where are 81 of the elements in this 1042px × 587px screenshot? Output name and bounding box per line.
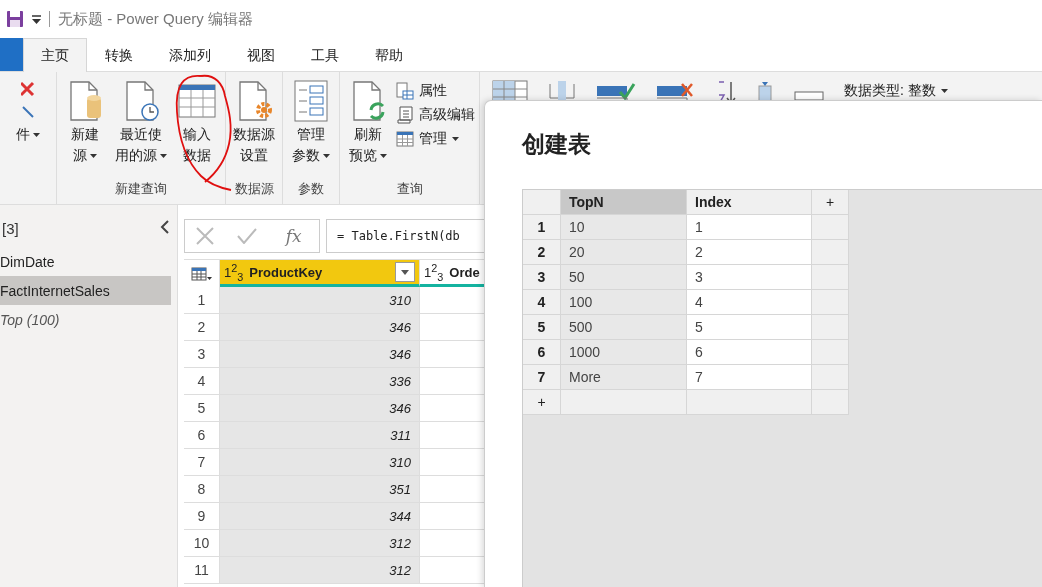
query-item[interactable]: Top (100)	[0, 305, 171, 334]
table-cell[interactable]: More	[561, 365, 687, 390]
table-cell: 311	[220, 422, 420, 448]
table-cell[interactable]: 4	[687, 290, 812, 315]
caret-icon	[160, 153, 167, 158]
ribbon-tab[interactable]: 添加列	[151, 38, 229, 72]
table-cell[interactable]: 100	[561, 290, 687, 315]
ribbon-button[interactable]: 刷新 预览	[344, 78, 392, 180]
table-cell: 336	[220, 368, 420, 394]
column-header[interactable]: 1$^{2}$$_{3}$ ProductKey	[220, 260, 420, 287]
caret-icon	[323, 153, 330, 158]
filter-dropdown-icon[interactable]	[395, 262, 415, 282]
add-column-button[interactable]: +	[812, 190, 849, 215]
scroll-icon	[396, 106, 414, 124]
row-number: 2	[523, 240, 561, 265]
table-cell: 310	[220, 449, 420, 475]
table-cell: 346	[220, 341, 420, 367]
add-row-button[interactable]: +	[523, 390, 561, 415]
group-label: 查询	[395, 180, 424, 198]
caret-icon	[33, 132, 40, 137]
column-header[interactable]: Index	[687, 190, 812, 215]
table-cell: 312	[220, 557, 420, 583]
ribbon-button[interactable]: 新建 源	[61, 78, 109, 180]
ribbon-tab[interactable]: 帮助	[357, 38, 421, 72]
table-icon	[396, 131, 414, 147]
table-cell: 351	[220, 476, 420, 502]
group-label: 参数	[297, 180, 325, 198]
query-item[interactable]: FactInternetSales	[0, 276, 171, 305]
ribbon-button[interactable]: 数据源 设置	[230, 78, 278, 180]
row-number: 5	[523, 315, 561, 340]
table-cell[interactable]: 7	[687, 365, 812, 390]
group-label: 新建查询	[114, 180, 168, 198]
ribbon-button[interactable]: 件	[4, 78, 52, 180]
table-cell: 344	[220, 503, 420, 529]
table-cell[interactable]: 2	[687, 240, 812, 265]
caret-icon	[940, 89, 948, 93]
list-icon	[294, 80, 328, 122]
table-cell[interactable]: 6	[687, 340, 812, 365]
column-header[interactable]: TopN	[561, 190, 687, 215]
data-type-dropdown[interactable]: 数据类型: 整数	[844, 80, 948, 100]
window-title: 无标题 - Power Query 编辑器	[58, 9, 254, 29]
table-cell[interactable]: 10	[561, 215, 687, 240]
query-count: [3]	[2, 219, 19, 237]
table-cell[interactable]: 500	[561, 315, 687, 340]
table-cell[interactable]: 1000	[561, 340, 687, 365]
ribbon-tab[interactable]: 转换	[87, 38, 151, 72]
ribbon-button[interactable]: 属性	[396, 82, 475, 100]
table-cell: 312	[220, 530, 420, 556]
properties-icon	[396, 82, 414, 100]
dialog-title: 创建表	[522, 130, 592, 159]
customize-toolbar-icon[interactable]	[32, 14, 41, 24]
caret-icon	[380, 153, 387, 158]
row-number: 7	[523, 365, 561, 390]
table-cell: 346	[220, 395, 420, 421]
table-cell: 310	[220, 287, 420, 313]
table-cell[interactable]: 1	[687, 215, 812, 240]
table-icon	[178, 84, 216, 118]
insert-function-button[interactable]: fx	[279, 225, 308, 247]
ribbon-button[interactable]: 管理	[396, 130, 475, 148]
save-icon[interactable]	[6, 10, 24, 28]
ribbon-button[interactable]: 高级编辑	[396, 106, 475, 124]
row-number: 6	[523, 340, 561, 365]
row-number: 3	[523, 265, 561, 290]
corner-cell[interactable]	[523, 190, 561, 215]
table-cell[interactable]: 20	[561, 240, 687, 265]
table-cell[interactable]: 5	[687, 315, 812, 340]
table-cell[interactable]: 3	[687, 265, 812, 290]
table-cell[interactable]: 50	[561, 265, 687, 290]
ribbon-tab[interactable]: 视图	[229, 38, 293, 72]
ribbon-tab[interactable]: 主页	[23, 38, 87, 72]
ribbon-button[interactable]: 最近使 用的源	[113, 78, 169, 180]
caret-icon	[90, 153, 97, 158]
row-number: 1	[523, 215, 561, 240]
query-item[interactable]: DimDate	[0, 247, 171, 276]
ribbon-tab[interactable]: 工具	[293, 38, 357, 72]
check-icon[interactable]	[237, 228, 258, 244]
caret-icon	[452, 137, 459, 141]
table-cell: 346	[220, 314, 420, 340]
row-number: 4	[523, 290, 561, 315]
group-label: 数据源	[233, 180, 275, 198]
ribbon-button[interactable]: 管理 参数	[287, 78, 335, 180]
